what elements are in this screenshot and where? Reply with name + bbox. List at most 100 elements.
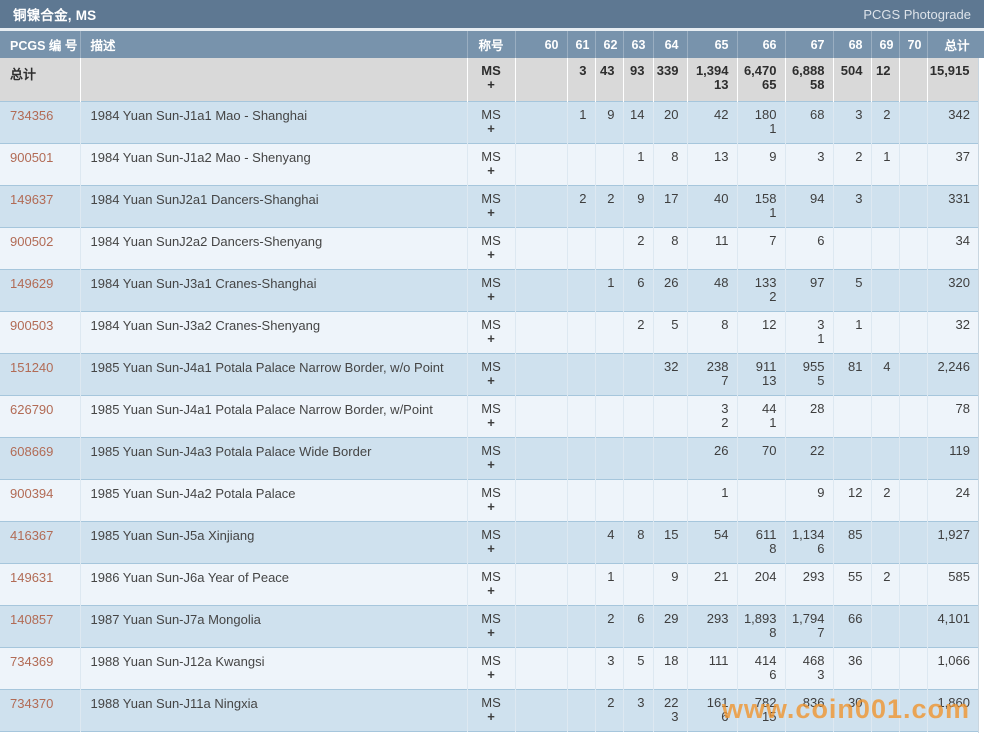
- value-line-2: [596, 710, 623, 727]
- col-header-pcgs[interactable]: PCGS 编 号: [0, 31, 80, 58]
- grade-cell-67: 22: [785, 437, 833, 479]
- pcgs-number-link[interactable]: 149631: [10, 570, 53, 585]
- grade-cell-66: 70: [737, 437, 785, 479]
- col-header-desc[interactable]: 描述: [80, 31, 467, 58]
- value-line-2: [624, 500, 653, 517]
- value-line-1: [872, 312, 899, 332]
- value-line-2: [516, 542, 567, 559]
- value-line-1: MS: [468, 354, 515, 374]
- pcgs-number-link[interactable]: 734369: [10, 654, 53, 669]
- totals-label: 总计: [0, 58, 80, 101]
- grade-cell-69: 2: [871, 101, 899, 143]
- col-header-grade-61[interactable]: 61: [567, 31, 595, 58]
- value-line-1: MS: [468, 438, 515, 458]
- pcgs-number-cell: 900502: [0, 227, 80, 269]
- value-line-2: [688, 164, 737, 181]
- value-line-1: MS: [468, 396, 515, 416]
- pcgs-number-link[interactable]: 151240: [10, 360, 53, 375]
- value-line-2: 1: [738, 416, 785, 433]
- grade-cell-68: 5: [833, 269, 871, 311]
- pcgs-number-link[interactable]: 626790: [10, 402, 53, 417]
- value-line-2: +: [468, 542, 515, 559]
- grade-cell-65: 11: [687, 227, 737, 269]
- col-header-total[interactable]: 总计: [927, 31, 984, 58]
- value-line-2: [654, 164, 687, 181]
- value-line-2: [568, 416, 595, 433]
- grade-cell-66: 9: [737, 143, 785, 185]
- value-line-1: 6: [624, 270, 653, 290]
- pcgs-number-link[interactable]: 140857: [10, 612, 53, 627]
- pcgs-number-link[interactable]: 900501: [10, 150, 53, 165]
- value-line-1: 4: [872, 354, 899, 374]
- grade-cell-61: [567, 227, 595, 269]
- designation-cell: MS+: [467, 227, 515, 269]
- grade-cell-69: 1: [871, 143, 899, 185]
- value-line-2: [596, 332, 623, 349]
- total-cell: 119: [927, 437, 984, 479]
- grade-cell-64: 339: [653, 58, 687, 101]
- grade-cell-69: [871, 437, 899, 479]
- value-line-1: [516, 270, 567, 290]
- value-line-2: [568, 290, 595, 307]
- total-cell: 78: [927, 395, 984, 437]
- value-line-2: [786, 416, 833, 433]
- designation-cell: MS+: [467, 563, 515, 605]
- grade-cell-70: [899, 227, 927, 269]
- grade-cell-64: 29: [653, 605, 687, 647]
- value-line-2: [928, 542, 984, 559]
- value-line-2: 7: [688, 374, 737, 391]
- value-line-1: [516, 522, 567, 542]
- value-line-1: 70: [738, 438, 785, 458]
- col-header-grade-66[interactable]: 66: [737, 31, 785, 58]
- col-header-grade-69[interactable]: 69: [871, 31, 899, 58]
- coin-description: 1985 Yuan Sun-J4a1 Potala Palace Narrow …: [80, 353, 467, 395]
- pcgs-number-link[interactable]: 734370: [10, 696, 53, 711]
- col-header-grade-68[interactable]: 68: [833, 31, 871, 58]
- col-header-grade-62[interactable]: 62: [595, 31, 623, 58]
- table-row: 7343691988 Yuan Sun-J12a KwangsiMS+35181…: [0, 647, 984, 689]
- col-header-grade-64[interactable]: 64: [653, 31, 687, 58]
- grade-cell-60: [515, 437, 567, 479]
- pcgs-number-link[interactable]: 900394: [10, 486, 53, 501]
- grade-cell-64: [653, 479, 687, 521]
- pcgs-number-link[interactable]: 900502: [10, 234, 53, 249]
- table-row: 1496371984 Yuan SunJ2a1 Dancers-Shanghai…: [0, 185, 984, 227]
- grade-cell-68: 3: [833, 185, 871, 227]
- col-header-grade-63[interactable]: 63: [623, 31, 653, 58]
- grade-cell-66: 6,47065: [737, 58, 785, 101]
- grade-cell-66: [737, 479, 785, 521]
- value-line-2: [834, 668, 871, 685]
- value-line-1: [516, 58, 567, 78]
- value-line-1: [596, 480, 623, 500]
- value-line-1: [516, 354, 567, 374]
- value-line-2: [834, 374, 871, 391]
- value-line-1: [624, 564, 653, 584]
- grade-cell-69: 2: [871, 479, 899, 521]
- value-line-1: [568, 144, 595, 164]
- col-header-designation[interactable]: 称号: [467, 31, 515, 58]
- value-line-2: [900, 584, 927, 601]
- grade-cell-63: [623, 395, 653, 437]
- col-header-grade-70[interactable]: 70: [899, 31, 927, 58]
- value-line-2: [872, 206, 899, 223]
- value-line-1: [900, 58, 927, 78]
- col-header-grade-65[interactable]: 65: [687, 31, 737, 58]
- grade-cell-65: 40: [687, 185, 737, 227]
- grade-cell-66: 204: [737, 563, 785, 605]
- value-line-2: [516, 332, 567, 349]
- value-line-1: 37: [928, 144, 984, 164]
- value-line-2: 6: [786, 542, 833, 559]
- pcgs-number-link[interactable]: 149629: [10, 276, 53, 291]
- table-row: 4163671985 Yuan Sun-J5a XinjiangMS+48155…: [0, 521, 984, 563]
- photograde-link[interactable]: PCGS Photograde: [863, 7, 971, 22]
- value-line-2: [786, 164, 833, 181]
- value-line-1: 204: [738, 564, 785, 584]
- pcgs-number-link[interactable]: 416367: [10, 528, 53, 543]
- col-header-grade-60[interactable]: 60: [515, 31, 567, 58]
- pcgs-number-link[interactable]: 608669: [10, 444, 53, 459]
- pcgs-number-link[interactable]: 734356: [10, 108, 53, 123]
- pcgs-number-link[interactable]: 149637: [10, 192, 53, 207]
- grade-cell-67: 9555: [785, 353, 833, 395]
- pcgs-number-link[interactable]: 900503: [10, 318, 53, 333]
- col-header-grade-67[interactable]: 67: [785, 31, 833, 58]
